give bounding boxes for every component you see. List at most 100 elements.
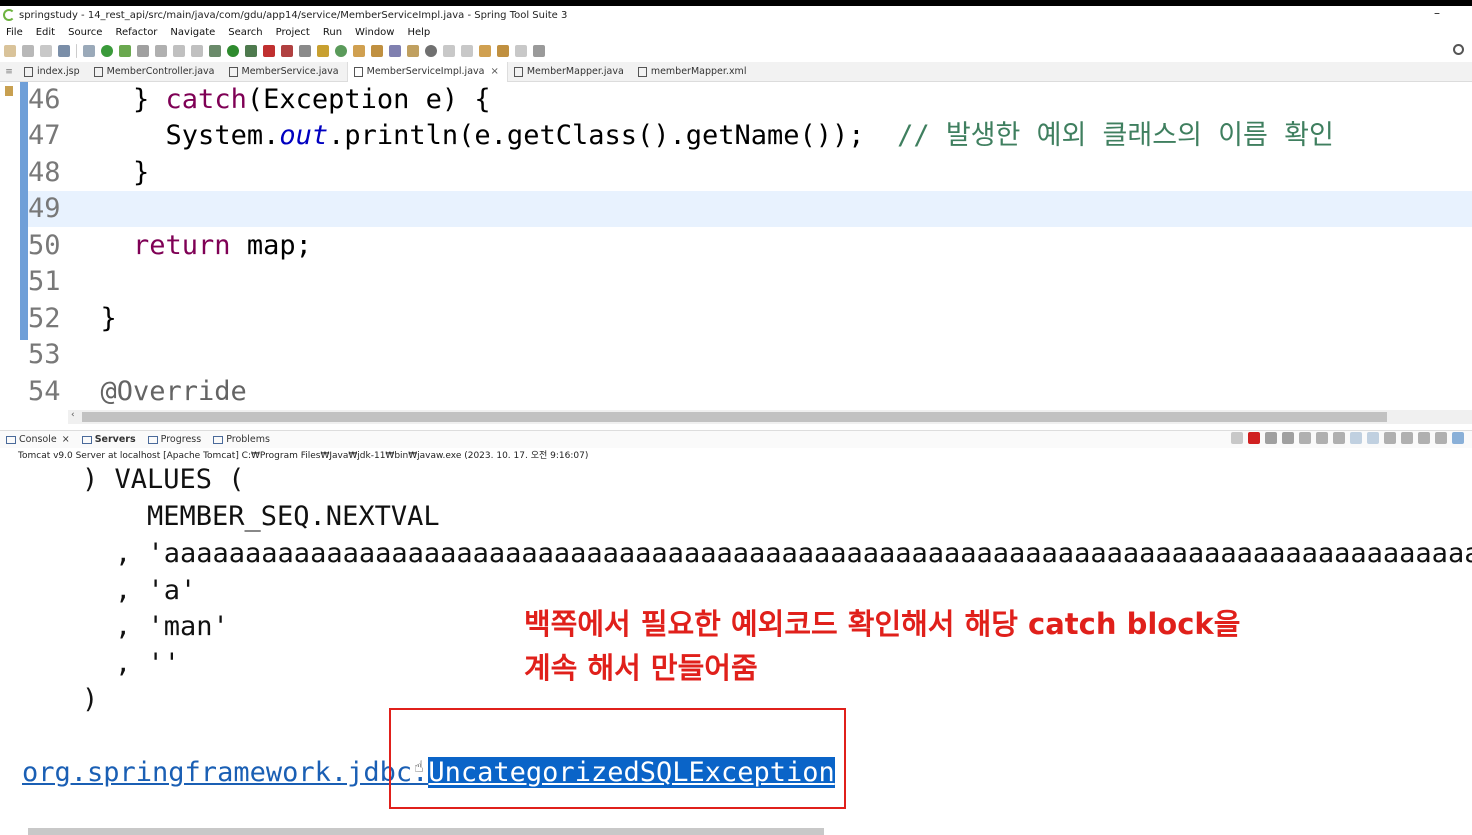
scroll-left-icon[interactable]: ‹ xyxy=(71,410,75,420)
external-tools-icon[interactable] xyxy=(281,45,293,57)
scrollbar-thumb[interactable] xyxy=(82,412,1387,422)
tab-label: index.jsp xyxy=(37,66,80,77)
new-icon[interactable] xyxy=(4,45,16,57)
highlight-box xyxy=(389,708,846,809)
show-stderr-icon[interactable] xyxy=(1367,432,1379,444)
new-class-icon[interactable] xyxy=(317,45,329,57)
code-text: } xyxy=(100,303,117,334)
save-icon[interactable] xyxy=(22,45,34,57)
start-server-icon[interactable] xyxy=(101,45,113,57)
run-icon[interactable] xyxy=(227,45,239,57)
line-number: 49 xyxy=(28,193,61,224)
tab-progress[interactable]: Progress xyxy=(142,431,208,449)
annotation-next-icon[interactable] xyxy=(443,45,455,57)
maximize-view-icon[interactable] xyxy=(1452,432,1464,444)
tab-servers[interactable]: Servers xyxy=(76,431,142,449)
menu-search[interactable]: Search xyxy=(228,27,262,38)
save-all-icon[interactable] xyxy=(40,45,52,57)
code-editor[interactable]: 46 } catch(Exception e) { 47 System.out.… xyxy=(28,82,1472,410)
tab-member-mapper-java[interactable]: MemberMapper.java xyxy=(508,62,632,82)
window-title: springstudy - 14_rest_api/src/main/java/… xyxy=(19,9,568,21)
hand-cursor-icon: ☝ xyxy=(414,757,424,776)
exception-package[interactable]: org.springframework.jdbc. xyxy=(22,757,428,788)
code-line: 52 } xyxy=(28,301,1472,337)
tab-member-mapper-xml[interactable]: memberMapper.xml xyxy=(632,62,755,82)
red-annotation-text: 백쪽에서 필요한 예외코드 확인해서 해당 catch block을 계속 해서… xyxy=(524,602,1240,690)
open-resource-icon[interactable] xyxy=(407,45,419,57)
coverage-icon[interactable] xyxy=(245,45,257,57)
code-text: map; xyxy=(230,230,312,261)
pin-console-icon[interactable] xyxy=(1384,432,1396,444)
menu-file[interactable]: File xyxy=(6,27,23,38)
tab-console[interactable]: Console × xyxy=(0,431,76,449)
console-line: , 'a' xyxy=(115,575,197,606)
code-line: 51 xyxy=(28,264,1472,300)
tab-label: Servers xyxy=(94,434,136,445)
code-text: } xyxy=(133,157,150,188)
menu-help[interactable]: Help xyxy=(407,27,430,38)
search-tool-icon[interactable] xyxy=(389,45,401,57)
tab-problems[interactable]: Problems xyxy=(207,431,276,449)
scroll-lock-icon[interactable] xyxy=(1316,432,1328,444)
menu-run[interactable]: Run xyxy=(323,27,342,38)
new-java-icon[interactable] xyxy=(335,45,347,57)
annotation-prev-icon[interactable] xyxy=(461,45,473,57)
deploy-icon[interactable] xyxy=(155,45,167,57)
globe-icon[interactable] xyxy=(425,45,437,57)
stop-icon[interactable] xyxy=(263,45,275,57)
menu-source[interactable]: Source xyxy=(68,27,102,38)
show-stdout-icon[interactable] xyxy=(1350,432,1362,444)
menu-refactor[interactable]: Refactor xyxy=(115,27,157,38)
editor-horizontal-scrollbar[interactable]: ‹ xyxy=(68,410,1472,424)
menu-edit[interactable]: Edit xyxy=(36,27,55,38)
line-number: 48 xyxy=(28,157,61,188)
menu-project[interactable]: Project xyxy=(276,27,310,38)
disconnect-icon[interactable] xyxy=(1231,432,1243,444)
word-wrap-icon[interactable] xyxy=(1333,432,1345,444)
tab-member-service[interactable]: MemberService.java xyxy=(223,62,347,82)
remove-all-icon[interactable] xyxy=(1282,432,1294,444)
menu-window[interactable]: Window xyxy=(355,27,394,38)
open-console-icon[interactable] xyxy=(1418,432,1430,444)
edit-icon[interactable] xyxy=(173,45,185,57)
editor-left-gutter xyxy=(0,82,20,410)
format-icon[interactable] xyxy=(191,45,203,57)
file-icon xyxy=(24,66,33,77)
close-icon[interactable]: × xyxy=(490,66,498,77)
refresh-icon[interactable] xyxy=(119,45,131,57)
open-type-icon[interactable] xyxy=(353,45,365,57)
console-horizontal-scrollbar[interactable] xyxy=(28,828,824,835)
new-server-icon[interactable] xyxy=(299,45,311,57)
build-icon[interactable] xyxy=(137,45,149,57)
last-edit-icon[interactable] xyxy=(479,45,491,57)
skip-breakpoints-icon[interactable] xyxy=(83,45,95,57)
close-icon[interactable]: × xyxy=(62,434,70,445)
tab-member-service-impl[interactable]: MemberServiceImpl.java × xyxy=(346,61,508,82)
open-task-icon[interactable] xyxy=(371,45,383,57)
debug-icon[interactable] xyxy=(209,45,221,57)
search-icon[interactable] xyxy=(1453,44,1464,55)
forward-icon[interactable] xyxy=(515,45,527,57)
clear-console-icon[interactable] xyxy=(1299,432,1311,444)
static-field: out xyxy=(279,120,329,151)
minimize-view-icon[interactable] xyxy=(1435,432,1447,444)
back-icon[interactable] xyxy=(497,45,509,57)
code-line: 46 } catch(Exception e) { xyxy=(28,82,1472,118)
print-icon[interactable] xyxy=(58,45,70,57)
display-console-icon[interactable] xyxy=(1401,432,1413,444)
perspective-icon[interactable] xyxy=(533,45,545,57)
tab-member-controller[interactable]: MemberController.java xyxy=(88,62,223,82)
console-line: ) VALUES ( xyxy=(82,464,245,495)
annotation-text: @Override xyxy=(100,376,247,407)
menu-navigate[interactable]: Navigate xyxy=(170,27,215,38)
minimize-button[interactable]: – xyxy=(1434,6,1440,20)
tab-list-icon[interactable]: ≡ xyxy=(0,67,18,77)
editor-tab-bar: ≡ index.jsp MemberController.java Member… xyxy=(0,61,1472,82)
remove-launch-icon[interactable] xyxy=(1265,432,1277,444)
title-bar: springstudy - 14_rest_api/src/main/java/… xyxy=(0,6,1472,24)
tab-index-jsp[interactable]: index.jsp xyxy=(18,62,88,82)
terminate-icon[interactable] xyxy=(1248,432,1260,444)
